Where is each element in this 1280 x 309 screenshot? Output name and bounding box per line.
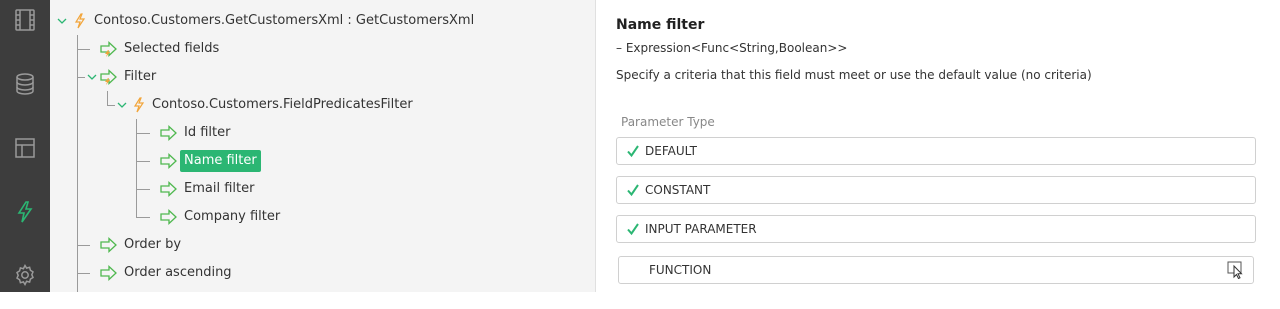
tree-node-label: Email filter xyxy=(184,181,255,196)
chevron-down-icon[interactable] xyxy=(116,100,128,110)
tree-connector xyxy=(107,91,108,105)
arrow-right-icon xyxy=(158,125,180,141)
tree-node-label: Name filter xyxy=(180,150,261,172)
checkmark-icon xyxy=(621,144,645,158)
tree-node-label: Company filter xyxy=(184,209,281,224)
tree-node-root[interactable]: Contoso.Customers.GetCustomersXml : GetC… xyxy=(56,7,478,35)
arrow-right-icon xyxy=(158,153,180,169)
tree-node-label: Order by xyxy=(124,237,182,252)
arrow-right-icon xyxy=(158,181,180,197)
tree-node-label: Contoso.Customers.GetCustomersXml : GetC… xyxy=(94,13,475,28)
arrow-right-icon xyxy=(98,237,120,253)
rail-item-layout[interactable] xyxy=(0,118,50,182)
gear-icon xyxy=(13,263,37,291)
rail-item-settings[interactable] xyxy=(0,245,50,309)
option-constant[interactable]: CONSTANT xyxy=(616,176,1256,204)
parameter-arrow-icon xyxy=(98,69,120,85)
parameter-arrow-icon xyxy=(98,41,120,57)
tree-node-label: Id filter xyxy=(184,125,231,140)
tree-node-label: Contoso.Customers.FieldPredicatesFilter xyxy=(152,97,413,112)
tree-connector xyxy=(77,273,90,274)
option-label: CONSTANT xyxy=(645,183,711,197)
chevron-down-icon[interactable] xyxy=(56,16,68,26)
tree-connector xyxy=(77,35,78,292)
table-layout-icon xyxy=(13,136,37,164)
lightning-icon xyxy=(13,200,37,228)
detail-description: Specify a criteria that this field must … xyxy=(616,68,1092,82)
tree-connector xyxy=(77,77,85,78)
detail-type: – Expression<Func<String,Boolean>> xyxy=(616,41,848,55)
rail-item-data[interactable] xyxy=(0,54,50,118)
side-rail xyxy=(0,0,50,292)
lightning-icon xyxy=(130,97,148,113)
tree-connector xyxy=(136,189,150,190)
parameter-type-label: Parameter Type xyxy=(621,115,715,129)
detail-title: Name filter xyxy=(616,17,705,33)
chevron-down-icon[interactable] xyxy=(86,72,98,82)
option-default[interactable]: DEFAULT xyxy=(616,137,1256,165)
option-input-parameter[interactable]: INPUT PARAMETER xyxy=(616,215,1256,243)
tree-node-label: Order ascending xyxy=(124,265,232,280)
option-label: DEFAULT xyxy=(645,144,697,158)
tree-node-email-filter[interactable]: Email filter xyxy=(158,175,258,203)
checkmark-icon xyxy=(621,222,645,236)
lightning-icon xyxy=(70,13,90,29)
tree-node-order-by[interactable]: Order by xyxy=(98,231,185,259)
tree-node-predicates-filter[interactable]: Contoso.Customers.FieldPredicatesFilter xyxy=(116,91,417,119)
tree-node-order-ascending[interactable]: Order ascending xyxy=(98,259,236,287)
arrow-right-icon xyxy=(98,265,120,281)
tree-node-label: Filter xyxy=(124,69,157,84)
option-label: INPUT PARAMETER xyxy=(645,222,757,236)
tree-connector xyxy=(136,217,150,218)
tree-connector xyxy=(136,133,150,134)
tree-connector xyxy=(107,105,115,106)
detail-panel: Name filter – Expression<Func<String,Boo… xyxy=(596,0,1280,292)
tree-node-company-filter[interactable]: Company filter xyxy=(158,203,284,231)
checkmark-icon xyxy=(621,183,645,197)
arrow-right-icon xyxy=(158,209,180,225)
option-label: FUNCTION xyxy=(649,263,712,277)
option-function[interactable]: FUNCTION xyxy=(618,256,1254,284)
tree-node-filter[interactable]: Filter xyxy=(86,63,160,91)
tree-node-label: Selected fields xyxy=(124,41,220,56)
tree-connector xyxy=(136,161,150,162)
tree-node-id-filter[interactable]: Id filter xyxy=(158,119,234,147)
tree-node-selected-fields[interactable]: Selected fields xyxy=(98,35,223,63)
database-icon xyxy=(13,72,37,100)
tree-connector xyxy=(77,49,90,50)
tree-connector xyxy=(77,245,90,246)
tree-node-name-filter[interactable]: Name filter xyxy=(158,147,261,175)
tree-panel: Contoso.Customers.GetCustomersXml : GetC… xyxy=(50,0,595,292)
rail-item-actions[interactable] xyxy=(0,182,50,246)
rail-item-views[interactable] xyxy=(0,0,50,54)
cursor-pointer-icon xyxy=(1227,261,1245,282)
film-icon xyxy=(13,8,37,36)
